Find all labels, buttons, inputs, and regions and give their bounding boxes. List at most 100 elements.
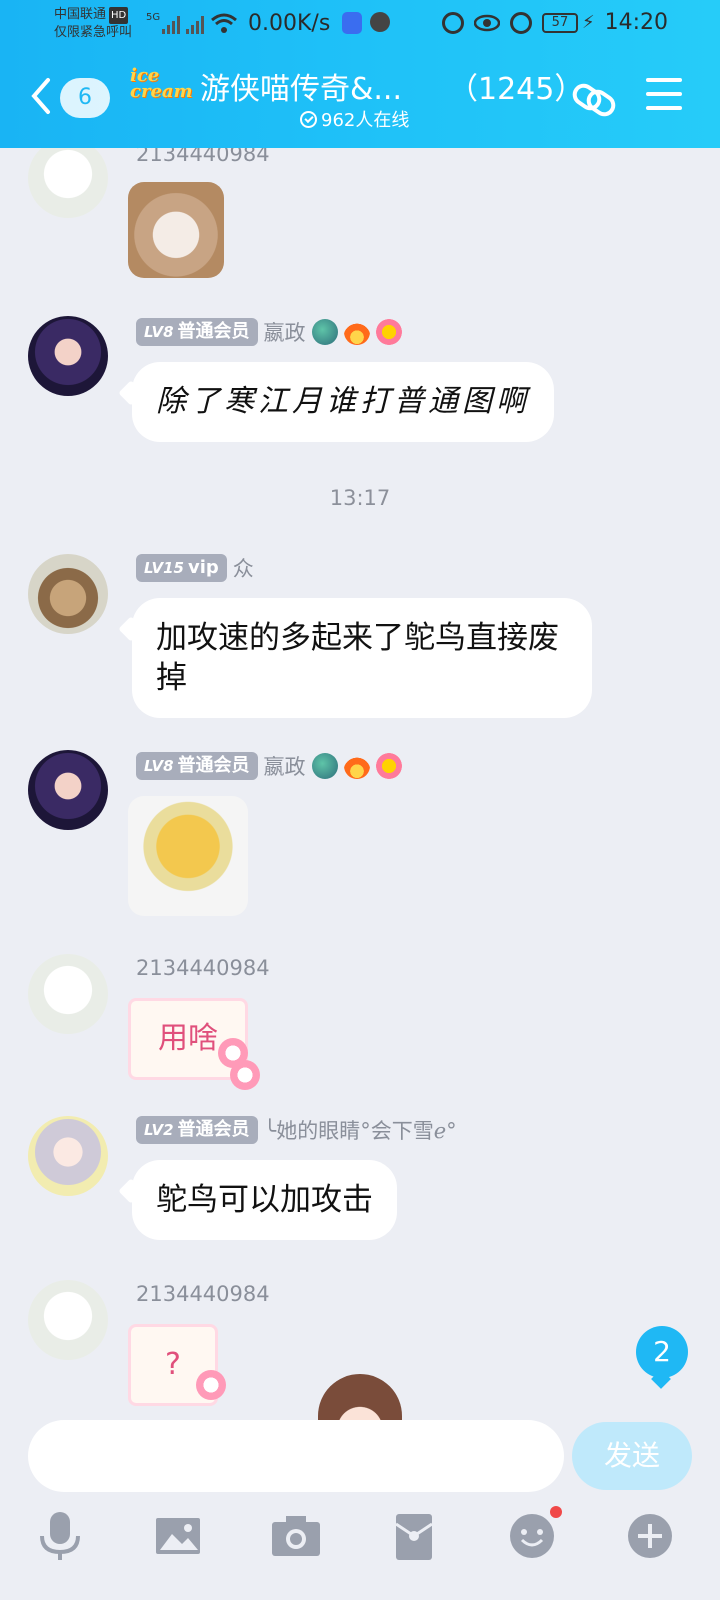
send-button[interactable]: 发送 — [572, 1422, 692, 1490]
online-count: 962人在线 — [321, 110, 410, 131]
fire-badge-icon — [343, 319, 370, 345]
share-link-button[interactable] — [568, 74, 620, 126]
avatar[interactable] — [28, 954, 108, 1034]
hd-badge: HD — [109, 7, 129, 24]
fire-badge-icon — [343, 753, 370, 779]
signal-icons: 5G — [146, 12, 238, 34]
voice-button[interactable] — [30, 1506, 90, 1566]
online-status: 962人在线 — [300, 106, 409, 132]
sender-name[interactable]: 2134440984 — [136, 148, 270, 166]
plus-icon — [628, 1514, 672, 1558]
level-badge: LV8 普通会员 — [136, 752, 258, 780]
sender-name[interactable]: 2134440984 — [136, 1282, 270, 1306]
dragon-badge-icon — [311, 753, 338, 779]
new-messages-badge[interactable]: 2 — [636, 1326, 688, 1378]
message-bubble[interactable]: 加攻速的多起来了鸵鸟直接废掉 — [132, 598, 592, 718]
avatar[interactable] — [28, 316, 108, 396]
microphone-icon — [40, 1512, 80, 1560]
sender-name[interactable]: 嬴政 — [264, 751, 306, 781]
unread-count-pill[interactable]: 6 — [60, 78, 110, 118]
avatar[interactable] — [28, 148, 108, 218]
chevron-left-icon — [31, 78, 50, 114]
avatar[interactable] — [28, 750, 108, 830]
logo-text: ice cream — [130, 65, 193, 102]
avatar[interactable] — [28, 1116, 108, 1196]
red-packet-button[interactable] — [384, 1506, 444, 1566]
menu-button[interactable] — [646, 78, 682, 112]
voice-icon — [370, 12, 390, 32]
group-logo: ice cream — [130, 65, 196, 104]
image-icon — [156, 1518, 200, 1554]
camera-button[interactable] — [266, 1506, 326, 1566]
more-button[interactable] — [620, 1506, 680, 1566]
eye-icon — [473, 14, 500, 31]
data-saver-icon — [441, 11, 464, 34]
emoji-button[interactable] — [502, 1506, 562, 1566]
message-bubble[interactable]: 除了寒江月谁打普通图啊 — [132, 362, 554, 442]
menu-line-icon — [646, 92, 682, 96]
sender-name[interactable]: 嬴政 — [264, 317, 306, 347]
menu-line-icon — [646, 106, 682, 110]
message-meta: 2134440984 — [136, 1280, 270, 1308]
flower-badge-icon — [375, 753, 402, 779]
red-packet-icon — [395, 1514, 433, 1560]
notification-dot — [550, 1506, 562, 1518]
avatar[interactable] — [28, 1280, 108, 1360]
signal-strength-2-icon — [186, 14, 205, 34]
level-badge: LV15 vip — [136, 554, 227, 582]
camera-icon — [272, 1516, 320, 1556]
group-name[interactable]: 游侠喵传奇&... — [200, 64, 402, 108]
input-toolbar — [0, 1506, 720, 1586]
message-meta: 2134440984 — [136, 954, 270, 982]
carrier-name: 中国联通 — [54, 7, 107, 22]
menu-line-icon — [646, 78, 682, 82]
network-type: 5G — [146, 12, 161, 23]
clock: 14:20 — [604, 10, 668, 35]
role-text: vip — [187, 557, 219, 578]
status-right: 57 ⚡ 14:20 — [441, 10, 668, 35]
alarm-icon — [509, 11, 532, 34]
member-count: （1245） — [448, 72, 585, 107]
level-text: LV2 — [144, 1121, 174, 1139]
chat-area[interactable]: 2134440984 LV8 普通会员 嬴政 除了寒江月谁打普通图啊 13:17 … — [0, 148, 720, 1448]
dragon-badge-icon — [311, 319, 338, 345]
battery-level: 57 — [551, 14, 569, 30]
message-input[interactable] — [28, 1420, 564, 1492]
level-badge: LV2 普通会员 — [136, 1116, 258, 1144]
back-button[interactable] — [28, 76, 52, 116]
role-text: 普通会员 — [177, 755, 250, 776]
network-speed: 0.00K/s — [248, 11, 331, 36]
sticker-text: 用啥 — [158, 1021, 218, 1056]
wifi-icon — [211, 13, 238, 33]
sender-name[interactable]: 2134440984 — [136, 956, 270, 980]
message-bubble[interactable]: 鸵鸟可以加攻击 — [132, 1160, 397, 1240]
message-meta: LV2 普通会员 ╰她的眼睛°会下雪ℯ° — [136, 1116, 457, 1144]
level-text: LV15 — [144, 559, 184, 577]
chat-header: 中国联通 HD 仅限紧急呼叫 5G 0.00K/s 57 ⚡ 14:20 6 ic… — [0, 0, 720, 148]
emergency-only: 仅限紧急呼叫 — [54, 25, 133, 40]
link-icon — [572, 83, 616, 117]
level-text: LV8 — [144, 757, 174, 775]
avatar[interactable] — [28, 554, 108, 634]
signal-strength-icon — [162, 14, 181, 34]
yellow-duck-sticker[interactable] — [128, 796, 248, 916]
message-meta: 2134440984 — [136, 148, 270, 168]
image-button[interactable] — [148, 1506, 208, 1566]
level-badge: LV8 普通会员 — [136, 318, 258, 346]
message-meta: LV15 vip 众 — [136, 554, 254, 582]
cat-face-sticker[interactable] — [128, 182, 224, 278]
flower-badge-icon — [375, 319, 402, 345]
charging-icon: ⚡ — [581, 12, 595, 33]
input-area: 发送 — [0, 1420, 720, 1600]
nav-bar: 6 ice cream 游侠喵传奇&... （1245） 962人在线 — [0, 56, 720, 148]
sticker-text: ? — [165, 1347, 181, 1382]
sender-name[interactable]: 众 — [233, 553, 254, 583]
time-divider: 13:17 — [329, 486, 391, 510]
online-check-icon — [300, 110, 317, 128]
sender-name[interactable]: ╰她的眼睛°会下雪ℯ° — [264, 1115, 457, 1145]
paw-icon — [196, 1370, 226, 1400]
paw-icon — [230, 1060, 260, 1090]
role-text: 普通会员 — [177, 1119, 250, 1140]
message-meta: LV8 普通会员 嬴政 — [136, 318, 402, 346]
message-meta: LV8 普通会员 嬴政 — [136, 752, 402, 780]
